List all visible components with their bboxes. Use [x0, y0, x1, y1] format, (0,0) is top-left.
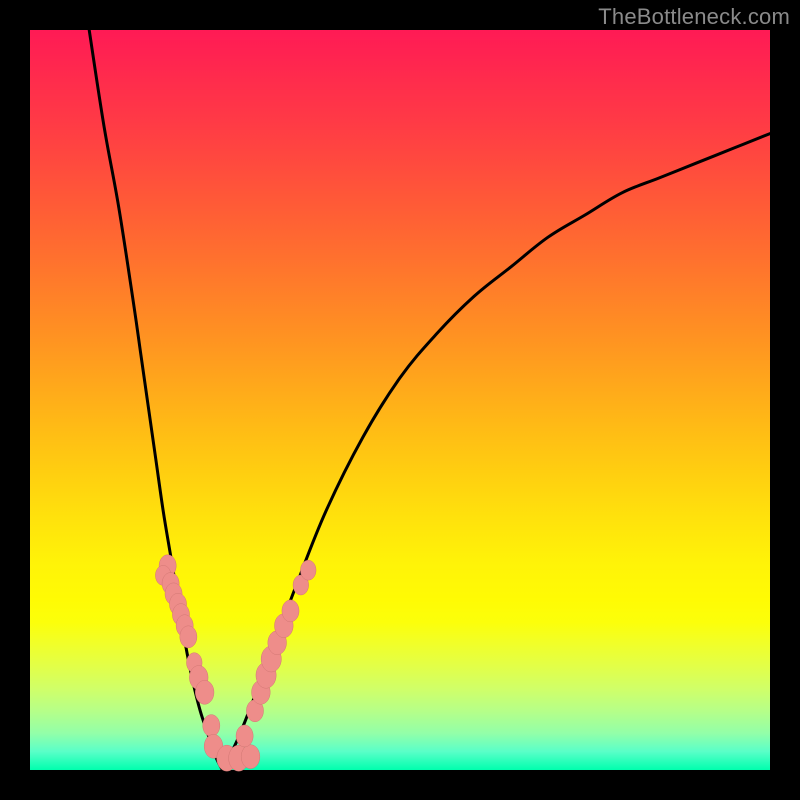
plot-area — [30, 30, 770, 770]
glyph-left-upper-cluster — [155, 555, 196, 648]
glyph-point — [203, 715, 220, 737]
glyph-left-lower-cluster — [187, 653, 214, 705]
chart-frame: TheBottleneck.com — [0, 0, 800, 800]
glyph-point — [241, 745, 260, 769]
chart-svg — [30, 30, 770, 770]
curve-left-branch — [89, 30, 222, 770]
glyph-right-upper-cluster — [293, 560, 316, 595]
glyph-point — [236, 725, 253, 747]
watermark-text: TheBottleneck.com — [598, 4, 790, 30]
glyph-valley-cluster — [203, 715, 260, 772]
glyph-layer — [155, 555, 316, 771]
glyph-point — [195, 680, 214, 704]
glyph-point — [180, 626, 197, 648]
glyph-right-lower-cluster — [246, 600, 299, 722]
curve-right-branch — [222, 134, 770, 770]
glyph-point — [282, 600, 299, 622]
glyph-point — [300, 560, 316, 580]
